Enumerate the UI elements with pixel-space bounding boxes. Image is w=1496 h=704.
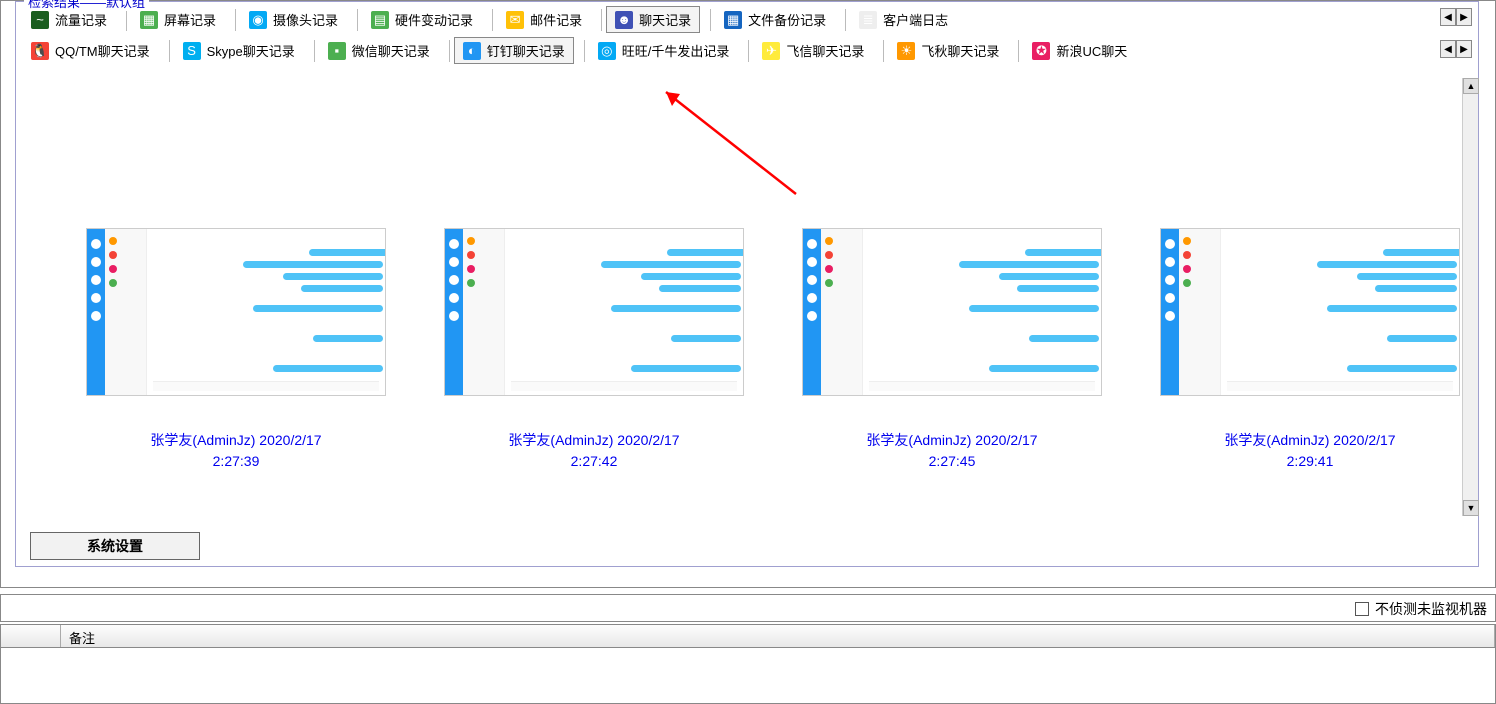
toolbar-icon: ▪ (328, 42, 346, 60)
checkbox-icon[interactable] (1355, 602, 1369, 616)
toolbar1-scroll-right[interactable]: ▶ (1456, 8, 1472, 26)
thumbnail-preview (802, 228, 1102, 396)
toolbar-label: 客户端日志 (883, 10, 948, 29)
toolbar-icon: ✈ (762, 42, 780, 60)
toolbar-button[interactable]: ◎ 旺旺/千牛发出记录 (589, 37, 739, 64)
toolbar-icon: ☀ (897, 42, 915, 60)
toolbar-button[interactable]: ≣ 客户端日志 (850, 6, 957, 33)
toolbar-separator (492, 9, 493, 31)
thumbnail-item[interactable]: 张学友(AdminJz) 2020/2/172:29:41 (1160, 228, 1460, 472)
toolbar1-scroll-left[interactable]: ◀ (1440, 8, 1456, 26)
toolbar-icon: S (183, 42, 201, 60)
toolbar-row-2: 🐧 QQ/TM聊天记录 S Skype聊天记录 ▪ 微信聊天记录 ◐ 钉钉聊天记录 ◎ 旺旺/千牛… (16, 35, 1478, 68)
toolbar-button[interactable]: ✉ 邮件记录 (497, 6, 591, 33)
thumbnail-area: 张学友(AdminJz) 2020/2/172:27:39 张学友(AdminJz… (16, 78, 1478, 516)
thumbnail-item[interactable]: 张学友(AdminJz) 2020/2/172:27:39 (86, 228, 386, 472)
toolbar-icon: ◐ (463, 42, 481, 60)
toolbar-button[interactable]: ✈ 飞信聊天记录 (753, 37, 873, 64)
toolbar-separator (710, 9, 711, 31)
toolbar-label: 文件备份记录 (748, 10, 826, 29)
toolbar-label: 飞秋聊天记录 (921, 41, 999, 60)
checkbox-label: 不侦测未监视机器 (1375, 599, 1487, 619)
toolbar-label: 聊天记录 (639, 10, 691, 29)
toolbar2-nav-arrows: ◀ ▶ (1440, 40, 1472, 58)
scroll-down-button[interactable]: ▼ (1463, 500, 1479, 516)
toolbar-icon: ▦ (140, 11, 158, 29)
table-body (0, 648, 1496, 704)
toolbar-label: 邮件记录 (530, 10, 582, 29)
toolbar-label: 旺旺/千牛发出记录 (622, 41, 730, 60)
toolbar-button[interactable]: S Skype聊天记录 (174, 37, 304, 64)
main-frame: 检索结果——默认组 ~ 流量记录 ▦ 屏幕记录 ◉ 摄像头记录 ▤ 硬件变动记录 ✉ 邮件记录 ☻ 聊… (0, 0, 1496, 588)
scroll-up-button[interactable]: ▲ (1463, 78, 1479, 94)
toolbar-label: QQ/TM聊天记录 (55, 41, 150, 60)
toolbar-icon: ✪ (1032, 42, 1050, 60)
toolbar-separator (748, 40, 749, 62)
toolbar-button[interactable]: ▤ 硬件变动记录 (362, 6, 482, 33)
toolbar-button[interactable]: 🐧 QQ/TM聊天记录 (22, 37, 159, 64)
toolbar-button[interactable]: ☀ 飞秋聊天记录 (888, 37, 1008, 64)
toolbar-icon: ◎ (598, 42, 616, 60)
toolbar-label: 屏幕记录 (164, 10, 216, 29)
toolbar-button[interactable]: ▦ 文件备份记录 (715, 6, 835, 33)
toolbar-icon: ≣ (859, 11, 877, 29)
results-groupbox: 检索结果——默认组 ~ 流量记录 ▦ 屏幕记录 ◉ 摄像头记录 ▤ 硬件变动记录 ✉ 邮件记录 ☻ 聊… (15, 1, 1479, 567)
thumbnail-caption: 张学友(AdminJz) 2020/2/172:27:42 (508, 430, 679, 472)
thumbnail-preview (444, 228, 744, 396)
toolbar-label: 新浪UC聊天 (1056, 41, 1127, 60)
thumbnail-caption: 张学友(AdminJz) 2020/2/172:29:41 (1224, 430, 1395, 472)
thumbnail-caption: 张学友(AdminJz) 2020/2/172:27:39 (150, 430, 321, 472)
toolbar-icon: ◉ (249, 11, 267, 29)
table-header: 备注 (0, 624, 1496, 648)
toolbar-icon: ~ (31, 11, 49, 29)
toolbar-icon: ✉ (506, 11, 524, 29)
toolbar-row-1: ~ 流量记录 ▦ 屏幕记录 ◉ 摄像头记录 ▤ 硬件变动记录 ✉ 邮件记录 ☻ 聊天记录 ▦ 文件备份记录… (16, 2, 1478, 35)
toolbar-button[interactable]: ▪ 微信聊天记录 (319, 37, 439, 64)
toolbar-separator (601, 9, 602, 31)
toolbar-icon: ▤ (371, 11, 389, 29)
thumbnail-item[interactable]: 张学友(AdminJz) 2020/2/172:27:42 (444, 228, 744, 472)
toolbar-icon: ☻ (615, 11, 633, 29)
toolbar-separator (169, 40, 170, 62)
toolbar-label: 钉钉聊天记录 (487, 41, 565, 60)
thumbnail-preview (1160, 228, 1460, 396)
toolbar-label: 硬件变动记录 (395, 10, 473, 29)
toolbar-separator (1018, 40, 1019, 62)
vertical-scrollbar[interactable]: ▲ ▼ (1462, 78, 1478, 516)
toolbar-separator (584, 40, 585, 62)
group-title: 检索结果——默认组 (24, 0, 149, 11)
toolbar-button[interactable]: ✪ 新浪UC聊天 (1023, 37, 1136, 64)
toolbar-separator (449, 40, 450, 62)
thumbnail-caption: 张学友(AdminJz) 2020/2/172:27:45 (866, 430, 1037, 472)
toolbar-label: 微信聊天记录 (352, 41, 430, 60)
toolbar-icon: ▦ (724, 11, 742, 29)
toolbar1-nav-arrows: ◀ ▶ (1440, 8, 1472, 26)
thumbnail-item[interactable]: 张学友(AdminJz) 2020/2/172:27:45 (802, 228, 1102, 472)
toolbar2-scroll-left[interactable]: ◀ (1440, 40, 1456, 58)
toolbar-separator (235, 9, 236, 31)
toolbar-label: 摄像头记录 (273, 10, 338, 29)
toolbar-button[interactable]: ☻ 聊天记录 (606, 6, 700, 33)
toolbar-button[interactable]: ◉ 摄像头记录 (240, 6, 347, 33)
toolbar-separator (314, 40, 315, 62)
table-header-col1[interactable] (1, 625, 61, 647)
toolbar-separator (357, 9, 358, 31)
toolbar-separator (126, 9, 127, 31)
toolbar-separator (883, 40, 884, 62)
toolbar-button[interactable]: ◐ 钉钉聊天记录 (454, 37, 574, 64)
toolbar-label: 飞信聊天记录 (786, 41, 864, 60)
toolbar-separator (845, 9, 846, 31)
table-header-col2[interactable]: 备注 (61, 625, 1495, 647)
toolbar-label: 流量记录 (55, 10, 107, 29)
toolbar-icon: 🐧 (31, 42, 49, 60)
toolbar-label: Skype聊天记录 (207, 41, 295, 60)
lower-options-bar: 不侦测未监视机器 (0, 594, 1496, 622)
thumbnail-preview (86, 228, 386, 396)
toolbar2-scroll-right[interactable]: ▶ (1456, 40, 1472, 58)
detect-checkbox-row[interactable]: 不侦测未监视机器 (1355, 599, 1487, 619)
system-settings-button[interactable]: 系统设置 (30, 532, 200, 560)
